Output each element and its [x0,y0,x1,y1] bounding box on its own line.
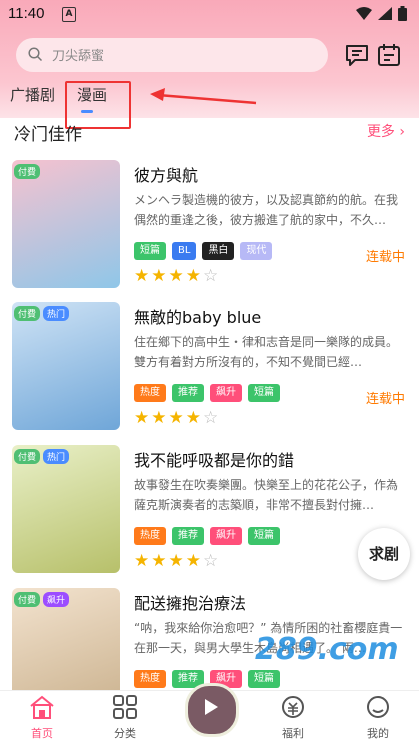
wifi-icon [356,7,372,20]
nav-welfare[interactable]: 福利 [263,695,323,741]
annotation-arrow-icon [150,88,257,105]
tag-badge: 飙升 [210,527,242,545]
cover-badge: 付費 [14,306,41,321]
comic-title[interactable]: 我不能呼吸都是你的錯 [134,447,294,471]
watermark-logo: 289.com [255,632,399,667]
star-icon: ★ [134,266,150,286]
grid-icon [113,695,137,719]
battery-icon [398,6,407,21]
cover-badge: 飙升 [43,592,70,607]
star-icon: ★ [134,551,150,571]
star-icon: ★ [185,408,201,428]
message-icon[interactable] [344,42,370,68]
nav-category-label: 分类 [114,727,136,740]
comic-cover-image[interactable]: 付費 热门 [12,302,120,430]
star-icon: ★ [151,551,167,571]
serial-status: 连载中 [365,250,405,265]
signal-icon [378,7,392,20]
comic-title[interactable]: 彼方與航 [134,162,198,186]
comic-item[interactable]: 付費 彼方與航メンヘラ製造機的彼方，以及認真節約的航。在我偶然的重逢之後，彼方搬進… [0,160,419,302]
nav-home-label: 首页 [31,727,53,740]
star-icon: ★ [151,408,167,428]
tag-badge: 热度 [134,670,166,688]
tag-badge: 现代 [240,242,273,260]
rating-stars: ★ ★ ★ ★ ☆ [134,268,218,285]
star-icon: ★ [168,408,184,428]
tag-badge: 推荐 [172,527,204,545]
comic-description: メンヘラ製造機的彼方，以及認真節約的航。在我偶然的重逢之後，彼方搬進了航的家中，… [134,193,399,227]
star-icon: ★ [134,408,150,428]
rating-stars: ★ ★ ★ ★ ☆ [134,410,218,427]
search-icon [28,47,43,62]
serial-status: 连载中 [365,392,405,407]
search-input[interactable] [50,44,304,68]
cover-badges: 付費 热门 [14,449,70,464]
bottom-nav: 首页 分类 福利 我的 [0,683,419,747]
nav-home[interactable]: 首页 [12,695,72,741]
star-icon: ☆ [203,408,219,428]
comic-title[interactable]: 無敵的baby blue [134,304,261,328]
user-icon [367,696,389,718]
tag-badge: 黑白 [202,242,235,260]
comic-title[interactable]: 配送擁抱治療法 [134,590,246,614]
status-bar: 11:40 A [0,0,419,28]
star-icon: ☆ [203,266,219,286]
request-drama-button[interactable]: 求剧 [358,528,410,580]
star-icon: ★ [168,551,184,571]
comic-item[interactable]: 付費 热门 我不能呼吸都是你的錯故事發生在吹奏樂團。快樂至上的花花公子，作為薩克斯演… [0,445,419,587]
star-icon: ★ [168,266,184,286]
comic-tags: 短篇 BL 黑白 现代 [134,242,273,260]
rating-stars: ★ ★ ★ ★ ☆ [134,553,218,570]
tag-badge: 推荐 [172,384,204,402]
nav-profile-label: 我的 [367,727,389,740]
comic-tags: 热度 推荐 飙升 短篇 [134,527,280,545]
nav-welfare-label: 福利 [282,727,304,740]
search-bar[interactable] [16,38,328,72]
cover-badges: 付費 飙升 [14,592,70,607]
status-time: 11:40 [8,5,45,22]
sim-icon: A [62,7,76,22]
tag-badge: BL [172,242,197,260]
star-icon: ☆ [203,551,219,571]
comic-cover-image[interactable]: 付費 热门 [12,445,120,573]
comic-description: 故事發生在吹奏樂團。快樂至上的花花公子，作為薩克斯演奏者的志築順，非常不擅長對付… [134,478,399,512]
nav-category[interactable]: 分类 [95,695,155,741]
tag-badge: 热度 [134,384,166,402]
star-icon: ★ [151,266,167,286]
tag-badge: 短篇 [248,670,280,688]
tag-badge: 热度 [134,527,166,545]
comic-tags: 热度 推荐 飙升 短篇 [134,384,280,402]
calendar-icon[interactable] [376,42,402,68]
cover-badge: 付費 [14,592,41,607]
play-icon [205,699,218,715]
section-title: 冷门佳作 [14,125,82,145]
home-icon [30,695,54,719]
more-link[interactable]: 更多 › [367,121,405,141]
tag-badge: 飙升 [210,384,242,402]
tag-badge: 短篇 [134,242,166,260]
comic-cover-image[interactable]: 付費 [12,160,120,288]
cover-badge: 热门 [43,449,70,464]
tag-badge: 短篇 [248,527,280,545]
comic-description: 住在鄉下的高中生・律和志音是同一樂隊的成員。雙方有着對方所沒有的，不知不覺間已經… [134,335,399,369]
cover-badge: 付費 [14,449,41,464]
nav-profile[interactable]: 我的 [348,695,408,741]
cover-badge: 热门 [43,306,70,321]
gift-icon [282,696,304,718]
tab-radio-drama[interactable]: 广播剧 [10,84,55,105]
comic-item[interactable]: 付費 热门 無敵的baby blue 住在鄉下的高中生・律和志音是同一樂隊的成員。雙方… [0,302,419,444]
play-button[interactable] [185,683,239,737]
cover-badges: 付費 热门 [14,306,70,321]
cover-badge: 付費 [14,164,41,179]
cover-badges: 付費 [14,164,41,179]
star-icon: ★ [185,266,201,286]
tag-badge: 短篇 [248,384,280,402]
star-icon: ★ [185,551,201,571]
